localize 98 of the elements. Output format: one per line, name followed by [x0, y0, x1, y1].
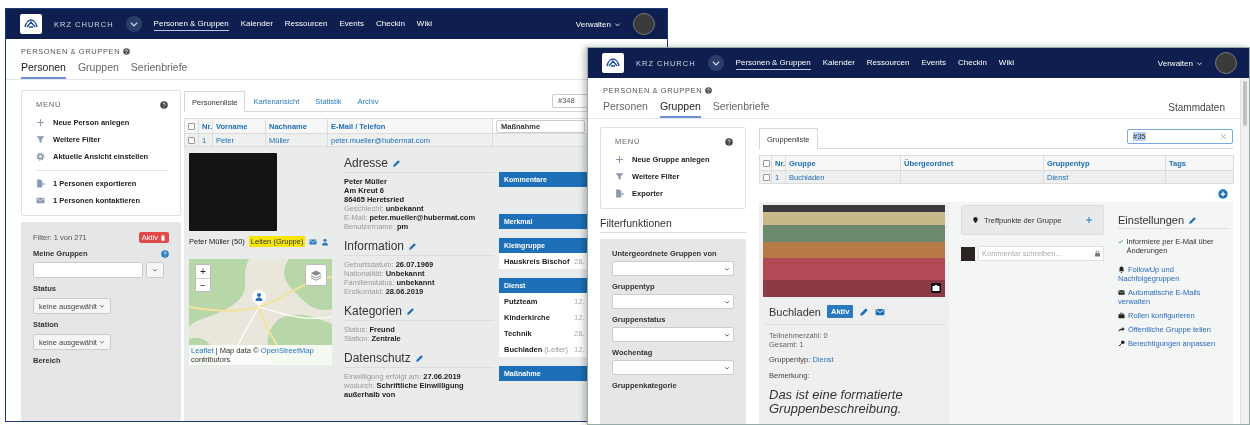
gear-icon [36, 152, 45, 161]
check-icon[interactable] [1118, 238, 1124, 245]
nav-link[interactable]: Ressourcen [866, 56, 910, 70]
lock-icon [1094, 250, 1101, 257]
envelope-icon [36, 196, 45, 205]
help-icon [725, 137, 733, 146]
envelope-icon[interactable] [309, 237, 318, 246]
master-data-link[interactable]: Stammdaten [1168, 102, 1225, 118]
export-icon [36, 179, 45, 188]
section-heading: Einstellungen [1118, 214, 1185, 226]
chevron-down-icon [152, 267, 158, 273]
brand-menu-button[interactable] [125, 16, 142, 32]
envelope-icon [1118, 289, 1125, 296]
scrollbar[interactable] [1240, 78, 1249, 424]
plus-icon [36, 118, 45, 127]
select-all-checkbox[interactable] [188, 123, 195, 130]
nav-link[interactable]: Events [339, 17, 364, 31]
pencil-icon[interactable] [414, 353, 424, 363]
tab[interactable]: Serienbriefe [130, 60, 188, 79]
person-icon[interactable] [321, 237, 330, 246]
nav-link[interactable]: Kalender [822, 56, 855, 70]
select-field[interactable] [612, 327, 734, 342]
pencil-icon[interactable] [1188, 215, 1198, 225]
avatar[interactable] [633, 13, 655, 35]
help-icon [160, 100, 168, 109]
plus-icon [1085, 216, 1093, 224]
section-heading: Kategorien [344, 304, 403, 318]
user-menu-button[interactable]: Verwalten [575, 19, 621, 29]
key-icon [1118, 340, 1125, 347]
logo-icon[interactable] [20, 14, 42, 34]
close-icon [1220, 133, 1227, 140]
avatar [961, 246, 975, 261]
export-icon [615, 189, 624, 198]
brand-menu-button[interactable] [707, 55, 724, 71]
filter-icon [36, 135, 45, 144]
pencil-icon[interactable] [408, 241, 418, 251]
help-icon[interactable] [161, 249, 169, 258]
share-arrow-icon [1118, 326, 1125, 333]
tab[interactable]: Serienbriefe [712, 99, 770, 118]
tab[interactable]: Gruppen [77, 60, 119, 79]
filter-icon [615, 172, 624, 181]
chevron-down-icon [98, 303, 105, 309]
chevron-down-icon [614, 20, 621, 28]
logo-icon[interactable] [602, 53, 624, 73]
clear-button[interactable] [1220, 133, 1227, 140]
nav-link[interactable]: Checkin [957, 56, 987, 70]
chevron-down-icon [724, 364, 730, 371]
section-heading: Information [344, 239, 405, 253]
group-description: Das ist eine formatierte Gruppenbeschreibung. [768, 386, 904, 416]
chevron-down-icon [724, 265, 730, 272]
section-heading: Datenschutz [344, 351, 411, 365]
chevron-down-icon [98, 339, 105, 345]
chevron-down-icon [724, 298, 730, 305]
plus-icon [615, 155, 624, 164]
nav-link[interactable]: Wiki [416, 17, 432, 31]
chevron-down-icon [710, 58, 721, 68]
add-button[interactable] [1085, 216, 1093, 224]
nav-link[interactable]: Personen & Gruppen [153, 17, 229, 31]
avatar[interactable] [1215, 52, 1237, 74]
chevron-down-icon [128, 19, 139, 29]
section-heading: Adresse [344, 156, 389, 170]
envelope-icon[interactable] [875, 306, 886, 317]
row-checkbox[interactable] [188, 137, 195, 144]
zoom-out-button[interactable]: − [196, 278, 210, 291]
tab[interactable]: Personen [603, 99, 648, 118]
group-select-field[interactable] [33, 262, 143, 278]
filter-heading: Filterfunktionen [600, 209, 746, 233]
nav-link[interactable]: Kalender [240, 17, 273, 31]
pencil-icon[interactable] [406, 306, 416, 316]
select-field[interactable] [612, 294, 734, 309]
tab[interactable]: Gruppen [659, 99, 701, 118]
nav-link[interactable]: Checkin [375, 17, 405, 31]
briefcase-icon [1118, 312, 1125, 319]
tab[interactable]: Personen [21, 60, 66, 79]
select-all-checkbox[interactable] [763, 160, 770, 167]
group-title: Buchladen [769, 305, 821, 318]
nav-link[interactable]: Ressourcen [284, 17, 328, 31]
map-marker-icon[interactable] [251, 289, 267, 307]
select-field[interactable] [612, 360, 734, 375]
user-menu-button[interactable]: Verwalten [1157, 58, 1203, 68]
chevron-down-icon [724, 331, 730, 338]
nav-link[interactable]: Events [921, 56, 946, 70]
layers-icon [310, 269, 322, 281]
pencil-icon[interactable] [392, 158, 402, 168]
nav-link[interactable]: Wiki [998, 56, 1014, 70]
help-icon [123, 48, 131, 55]
bell-icon [1118, 266, 1125, 273]
help-icon [705, 87, 713, 94]
camera-icon[interactable] [931, 283, 941, 293]
pencil-icon[interactable] [859, 306, 870, 317]
select-field[interactable] [612, 261, 734, 276]
chevron-down-icon [1196, 59, 1203, 67]
row-checkbox[interactable] [763, 174, 770, 181]
layers-button[interactable] [305, 264, 327, 286]
map-pin-icon [972, 216, 979, 224]
plus-circle-icon[interactable] [1218, 189, 1228, 199]
nav-link[interactable]: Personen & Gruppen [735, 56, 811, 70]
trash-icon [160, 234, 166, 241]
